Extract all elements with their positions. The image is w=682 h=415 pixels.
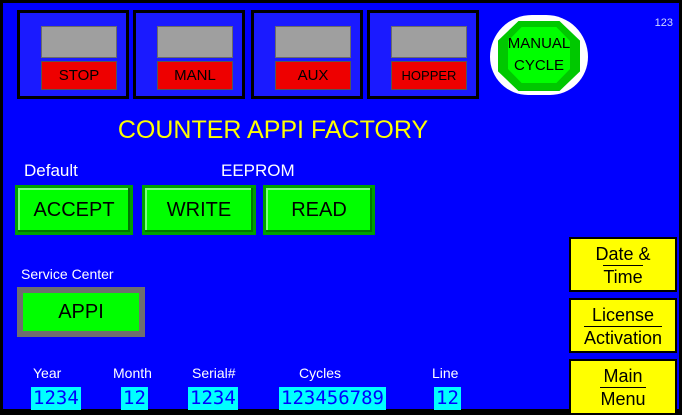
manual-cycle-label-2: CYCLE bbox=[513, 57, 565, 74]
hmi-screen: STOP MANL AUX HOPPER MANUAL CYCLE 123 CO… bbox=[0, 0, 682, 415]
service-center-button[interactable]: APPI bbox=[17, 287, 145, 337]
month-field[interactable]: 12 bbox=[121, 387, 148, 410]
aux-indicator: AUX bbox=[251, 10, 363, 99]
hopper-label: HOPPER bbox=[391, 61, 467, 90]
year-header: Year bbox=[33, 365, 62, 381]
manual-cycle-button[interactable]: MANUAL CYCLE bbox=[490, 15, 588, 95]
date-time-button[interactable]: Date & Time bbox=[569, 237, 677, 292]
corner-number: 123 bbox=[654, 17, 673, 29]
year-field[interactable]: 1234 bbox=[31, 387, 81, 410]
line-field[interactable]: 12 bbox=[434, 387, 461, 410]
license-label-1: License bbox=[591, 305, 655, 325]
month-header: Month bbox=[113, 365, 152, 381]
main-menu-label-2: Menu bbox=[600, 387, 646, 409]
license-activation-button[interactable]: License Activation bbox=[569, 298, 677, 353]
license-label-2: Activation bbox=[583, 326, 663, 348]
aux-lamp bbox=[275, 26, 351, 58]
cycles-header: Cycles bbox=[299, 365, 342, 381]
stop-indicator: STOP bbox=[17, 10, 129, 99]
service-center-label: Service Center bbox=[21, 266, 114, 282]
accept-button[interactable]: ACCEPT bbox=[15, 185, 133, 235]
main-menu-button[interactable]: Main Menu bbox=[569, 359, 677, 415]
service-center-button-label: APPI bbox=[23, 293, 139, 331]
line-header: Line bbox=[432, 365, 459, 381]
main-menu-label-1: Main bbox=[603, 366, 643, 386]
manl-lamp bbox=[157, 26, 233, 58]
write-button[interactable]: WRITE bbox=[142, 185, 256, 235]
date-time-label-1: Date & bbox=[595, 244, 651, 264]
manl-indicator: MANL bbox=[133, 10, 245, 99]
manl-label: MANL bbox=[157, 61, 233, 90]
stop-lamp bbox=[41, 26, 117, 58]
serial-header: Serial# bbox=[192, 365, 236, 381]
eeprom-label: EEPROM bbox=[221, 161, 295, 180]
date-time-label-2: Time bbox=[603, 265, 643, 287]
stop-label: STOP bbox=[41, 61, 117, 90]
hopper-lamp bbox=[391, 26, 467, 58]
read-button[interactable]: READ bbox=[263, 185, 375, 235]
aux-label: AUX bbox=[275, 61, 351, 90]
hopper-indicator: HOPPER bbox=[367, 10, 479, 99]
serial-field[interactable]: 1234 bbox=[188, 387, 238, 410]
manual-cycle-label-1: MANUAL bbox=[507, 35, 571, 52]
cycles-field[interactable]: 123456789 bbox=[279, 387, 386, 410]
default-label: Default bbox=[24, 161, 78, 180]
page-title: COUNTER APPI FACTORY bbox=[117, 116, 429, 144]
